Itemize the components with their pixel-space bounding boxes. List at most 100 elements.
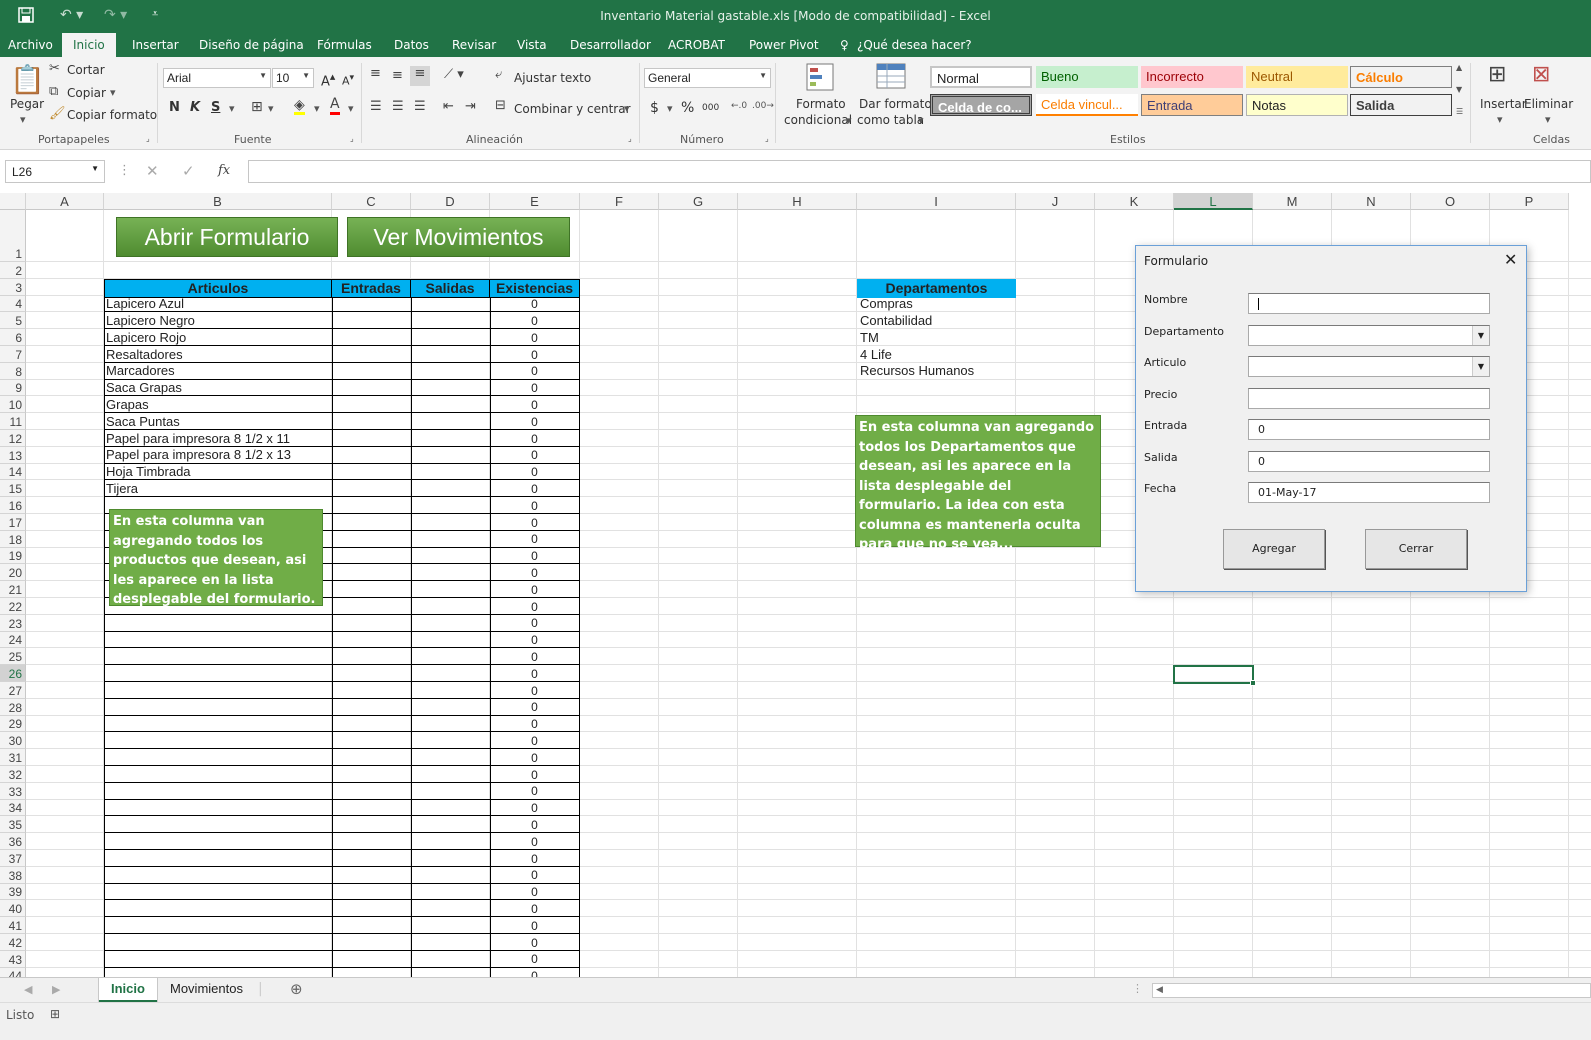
stock-cell[interactable]: 0	[490, 330, 579, 346]
wrap-text-button[interactable]: Ajustar texto	[514, 71, 591, 85]
scroll-right-icon[interactable]: ▶	[52, 983, 60, 996]
number-format-combo[interactable]: General ▼	[644, 68, 771, 88]
stock-cell[interactable]: 0	[490, 431, 579, 447]
currency-button[interactable]: $	[650, 100, 659, 116]
style-calculo[interactable]: Cálculo	[1350, 66, 1452, 88]
row-header-20[interactable]: 20	[0, 564, 26, 582]
department-cell[interactable]: 4 Life	[860, 347, 1015, 363]
style-salida[interactable]: Salida	[1350, 94, 1452, 116]
borders-icon[interactable]: ⊞	[251, 99, 263, 115]
row-header-29[interactable]: 29	[0, 715, 26, 733]
column-header-d[interactable]: D	[411, 193, 490, 210]
article-cell[interactable]: Saca Puntas	[106, 414, 331, 430]
selected-cell[interactable]	[1173, 665, 1254, 684]
delete-button[interactable]: Eliminar	[1524, 97, 1573, 111]
column-header-e[interactable]: E	[490, 193, 580, 210]
row-header-9[interactable]: 9	[0, 379, 26, 397]
row-header-31[interactable]: 31	[0, 749, 26, 766]
row-header-18[interactable]: 18	[0, 530, 26, 548]
font-color-icon[interactable]: A	[330, 97, 340, 115]
chevron-down-icon[interactable]: ▼	[1472, 357, 1489, 376]
stock-cell[interactable]: 0	[490, 380, 579, 396]
stock-cell[interactable]: 0	[490, 901, 579, 917]
department-cell[interactable]: Contabilidad	[860, 313, 1015, 329]
number-launcher-icon[interactable]: ⌟	[765, 134, 769, 143]
row-header-32[interactable]: 32	[0, 766, 26, 783]
row-header-7[interactable]: 7	[0, 346, 26, 363]
article-cell[interactable]: Lapicero Negro	[106, 313, 331, 329]
conditional-format-label-2[interactable]: condicional	[784, 113, 852, 127]
stock-cell[interactable]: 0	[490, 347, 579, 363]
menu-datos[interactable]: Datos	[394, 38, 429, 52]
row-header-28[interactable]: 28	[0, 698, 26, 716]
column-header-k[interactable]: K	[1095, 193, 1174, 210]
column-header-i[interactable]: I	[857, 193, 1016, 210]
scroll-left-icon[interactable]: ◀	[1156, 984, 1163, 995]
row-header-25[interactable]: 25	[0, 648, 26, 666]
article-cell[interactable]: Saca Grapas	[106, 380, 331, 396]
agregar-button[interactable]: Agregar	[1223, 529, 1325, 569]
stock-cell[interactable]: 0	[490, 968, 579, 977]
paste-dropdown-icon[interactable]: ▾	[20, 113, 26, 126]
stock-cell[interactable]: 0	[490, 313, 579, 329]
row-header-6[interactable]: 6	[0, 329, 26, 346]
style-celda-comprobacion[interactable]: Celda de co...	[930, 94, 1032, 116]
menu-vista[interactable]: Vista	[517, 38, 547, 52]
stock-cell[interactable]: 0	[490, 783, 579, 799]
row-header-39[interactable]: 39	[0, 883, 26, 901]
column-header-m[interactable]: M	[1253, 193, 1332, 210]
menu-acrobat[interactable]: ACROBAT	[668, 38, 725, 52]
stock-cell[interactable]: 0	[490, 683, 579, 699]
column-header-j[interactable]: J	[1016, 193, 1095, 210]
row-header-16[interactable]: 16	[0, 497, 26, 514]
article-cell[interactable]: Hoja Timbrada	[106, 464, 331, 480]
menu-insertar[interactable]: Insertar	[132, 38, 179, 52]
row-header-15[interactable]: 15	[0, 480, 26, 498]
format-table-label-2[interactable]: como tabla	[857, 113, 924, 127]
cerrar-button[interactable]: Cerrar	[1365, 529, 1467, 569]
fecha-field[interactable]: 01-May-17	[1248, 482, 1490, 503]
delete-dropdown-icon[interactable]: ▾	[1545, 113, 1551, 126]
row-header-11[interactable]: 11	[0, 413, 26, 430]
menu-revisar[interactable]: Revisar	[452, 38, 496, 52]
article-cell[interactable]: Tijera	[106, 481, 331, 497]
clipboard-launcher-icon[interactable]: ⌟	[146, 134, 150, 143]
column-header-h[interactable]: H	[738, 193, 857, 210]
macro-record-icon[interactable]: ⊞	[50, 1007, 60, 1021]
paste-icon[interactable]: 📋	[10, 63, 45, 96]
style-bueno[interactable]: Bueno	[1036, 66, 1138, 88]
stock-cell[interactable]: 0	[490, 582, 579, 598]
cancel-icon[interactable]: ✕	[146, 162, 159, 180]
stock-cell[interactable]: 0	[490, 834, 579, 850]
stock-cell[interactable]: 0	[490, 296, 579, 312]
row-header-12[interactable]: 12	[0, 430, 26, 447]
stock-cell[interactable]: 0	[490, 666, 579, 682]
select-all-corner[interactable]	[0, 193, 26, 210]
increase-indent-icon[interactable]: ⇥	[465, 99, 476, 114]
article-cell[interactable]: Grapas	[106, 397, 331, 413]
stock-cell[interactable]: 0	[490, 800, 579, 816]
salida-field[interactable]: 0	[1248, 451, 1490, 472]
column-header-p[interactable]: P	[1490, 193, 1569, 210]
format-table-label-1[interactable]: Dar formato	[859, 97, 932, 111]
underline-button[interactable]: S	[211, 100, 220, 115]
copy-button[interactable]: Copiar	[67, 86, 106, 100]
row-header-19[interactable]: 19	[0, 547, 26, 565]
merge-center-button[interactable]: Combinar y centrar	[514, 102, 631, 116]
align-center-icon[interactable]: ☰	[392, 99, 404, 114]
style-normal[interactable]: Normal	[930, 66, 1032, 88]
stock-cell[interactable]: 0	[490, 951, 579, 967]
bold-button[interactable]: N	[169, 100, 180, 115]
stock-cell[interactable]: 0	[490, 867, 579, 883]
fill-color-icon[interactable]: ◈	[294, 98, 305, 115]
department-cell[interactable]: Compras	[860, 296, 1015, 312]
row-header-2[interactable]: 2	[0, 262, 26, 279]
styles-scroll-up-icon[interactable]: ▲	[1456, 63, 1462, 72]
chevron-down-icon[interactable]: ▼	[1472, 326, 1489, 345]
percent-button[interactable]: %	[681, 100, 694, 116]
orientation-icon[interactable]: ⟋ ▾	[444, 67, 464, 82]
decrease-indent-icon[interactable]: ⇤	[443, 99, 454, 114]
increase-decimal-icon[interactable]: ←.0	[731, 101, 747, 111]
menu-diseno[interactable]: Diseño de página	[199, 38, 304, 52]
grow-font-icon[interactable]: A▴	[321, 70, 335, 89]
